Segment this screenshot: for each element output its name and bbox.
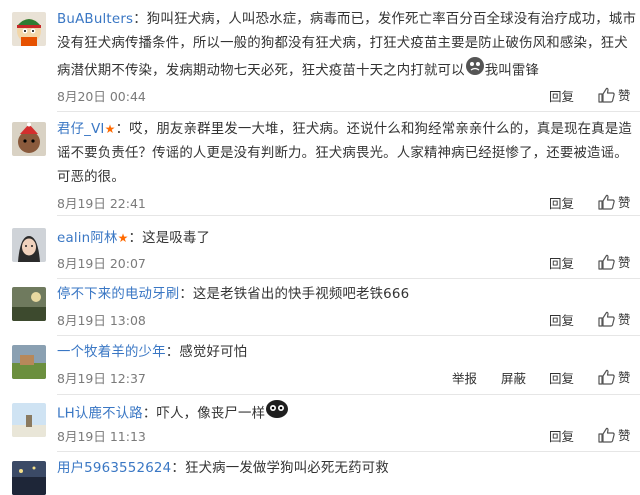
comment-body-suffix: 我叫雷锋 (484, 63, 540, 79)
thumbs-up-icon (598, 254, 615, 270)
username[interactable]: 君仔_VI (57, 122, 105, 137)
reply-button[interactable]: 回复 (549, 368, 574, 387)
like-button[interactable]: 赞 (598, 425, 631, 444)
like-button[interactable]: 赞 (598, 192, 631, 211)
comment-meta: 8月19日 12:37 举报 屏蔽 回复 赞 (57, 368, 637, 388)
comment-item: BuABulters：狗叫狂犬病，人叫恐水症，病毒而已，发作死亡率百分百全球没有… (0, 0, 640, 112)
comment-item: 君仔_VI★：哎，朋友亲群里发一大堆，狂犬病。还说什么和狗经常亲亲什么的，真是现… (0, 112, 640, 216)
comment-meta: 8月19日 13:08 回复 赞 (57, 310, 637, 330)
comment-text: 停不下来的电动牙刷：这是老铁省出的快手视频吧老铁666 (57, 283, 637, 307)
comment-meta: 8月19日 11:13 回复 赞 (57, 426, 637, 446)
comment-body: ：这是吸毒了 (128, 231, 211, 246)
thumbs-up-icon (598, 194, 615, 210)
comment-item: 用户5963552624：狂犬病一发做学狗叫必死无药可救 (0, 452, 640, 495)
comment-body: ：感觉好可怕 (165, 345, 248, 360)
avatar[interactable] (12, 461, 46, 495)
blob-face-emoji-icon (265, 399, 289, 428)
comment-body: ：狗叫狂犬病，人叫恐水症，病毒而已，发作死亡率百分百全球没有治疗成功，城市没有狂… (57, 12, 637, 79)
like-label: 赞 (618, 370, 631, 385)
comment-meta: 8月20日 00:44 回复 赞 (57, 86, 637, 106)
star-badge-icon: ★ (104, 122, 116, 136)
like-label: 赞 (618, 255, 631, 270)
comment-time: 8月19日 13:08 (57, 313, 146, 328)
reply-button[interactable]: 回复 (549, 426, 574, 445)
username[interactable]: ealin阿林 (57, 231, 118, 246)
like-label: 赞 (618, 88, 631, 103)
crying-face-emoji-icon (465, 56, 485, 85)
comment-body: ：这是老铁省出的快手视频吧老铁666 (179, 287, 410, 302)
avatar[interactable] (12, 345, 46, 379)
comment-time: 8月19日 22:41 (57, 196, 146, 211)
star-badge-icon: ★ (117, 231, 129, 245)
avatar[interactable] (12, 287, 46, 321)
comment-text: LH认鹿不认路：吓人，像丧尸一样 (57, 399, 637, 428)
comment-body: ：狂犬病一发做学狗叫必死无药可救 (171, 461, 389, 476)
reply-button[interactable]: 回复 (549, 253, 574, 272)
comment-text: 用户5963552624：狂犬病一发做学狗叫必死无药可救 (57, 457, 637, 481)
like-button[interactable]: 赞 (598, 85, 631, 104)
username[interactable]: 一个牧着羊的少年 (57, 345, 166, 360)
like-button[interactable]: 赞 (598, 367, 631, 386)
comment-body: ：吓人，像丧尸一样 (142, 406, 266, 422)
comment-item: ealin阿林★：这是吸毒了 8月19日 20:07 回复 赞 (0, 216, 640, 279)
comment-body: ：哎，朋友亲群里发一大堆，狂犬病。还说什么和狗经常亲亲什么的，真是现在真是造谣不… (57, 122, 633, 185)
thumbs-up-icon (598, 369, 615, 385)
like-button[interactable]: 赞 (598, 252, 631, 271)
like-label: 赞 (618, 195, 631, 210)
comment-text: BuABulters：狗叫狂犬病，人叫恐水症，病毒而已，发作死亡率百分百全球没有… (57, 8, 637, 85)
comment-meta: 8月19日 22:41 回复 赞 (57, 193, 637, 213)
reply-button[interactable]: 回复 (549, 310, 574, 329)
username[interactable]: 用户5963552624 (57, 461, 171, 476)
comment-time: 8月19日 20:07 (57, 256, 146, 271)
avatar[interactable] (12, 122, 46, 156)
like-button[interactable]: 赞 (598, 309, 631, 328)
comment-item: LH认鹿不认路：吓人，像丧尸一样 8月19日 11:13 回复 赞 (0, 395, 640, 452)
avatar[interactable] (12, 403, 46, 437)
block-button[interactable]: 屏蔽 (501, 368, 526, 387)
username[interactable]: 停不下来的电动牙刷 (57, 287, 179, 302)
thumbs-up-icon (598, 87, 615, 103)
thumbs-up-icon (598, 311, 615, 327)
reply-button[interactable]: 回复 (549, 193, 574, 212)
comment-text: 君仔_VI★：哎，朋友亲群里发一大堆，狂犬病。还说什么和狗经常亲亲什么的，真是现… (57, 117, 637, 190)
comment-item: 一个牧着羊的少年：感觉好可怕 8月19日 12:37 举报 屏蔽 回复 赞 (0, 336, 640, 395)
thumbs-up-icon (598, 427, 615, 443)
avatar[interactable] (12, 12, 46, 46)
report-button[interactable]: 举报 (452, 368, 477, 387)
comment-time: 8月20日 00:44 (57, 89, 146, 104)
comment-meta: 8月19日 20:07 回复 赞 (57, 253, 637, 273)
username[interactable]: BuABulters (57, 12, 133, 27)
username[interactable]: LH认鹿不认路 (57, 407, 143, 422)
like-label: 赞 (618, 312, 631, 327)
comment-item: 停不下来的电动牙刷：这是老铁省出的快手视频吧老铁666 8月19日 13:08 … (0, 279, 640, 336)
comment-time: 8月19日 11:13 (57, 429, 146, 444)
like-label: 赞 (618, 428, 631, 443)
comment-text: ealin阿林★：这是吸毒了 (57, 226, 637, 251)
avatar[interactable] (12, 228, 46, 262)
reply-button[interactable]: 回复 (549, 86, 574, 105)
comment-time: 8月19日 12:37 (57, 371, 146, 386)
comment-text: 一个牧着羊的少年：感觉好可怕 (57, 341, 637, 365)
